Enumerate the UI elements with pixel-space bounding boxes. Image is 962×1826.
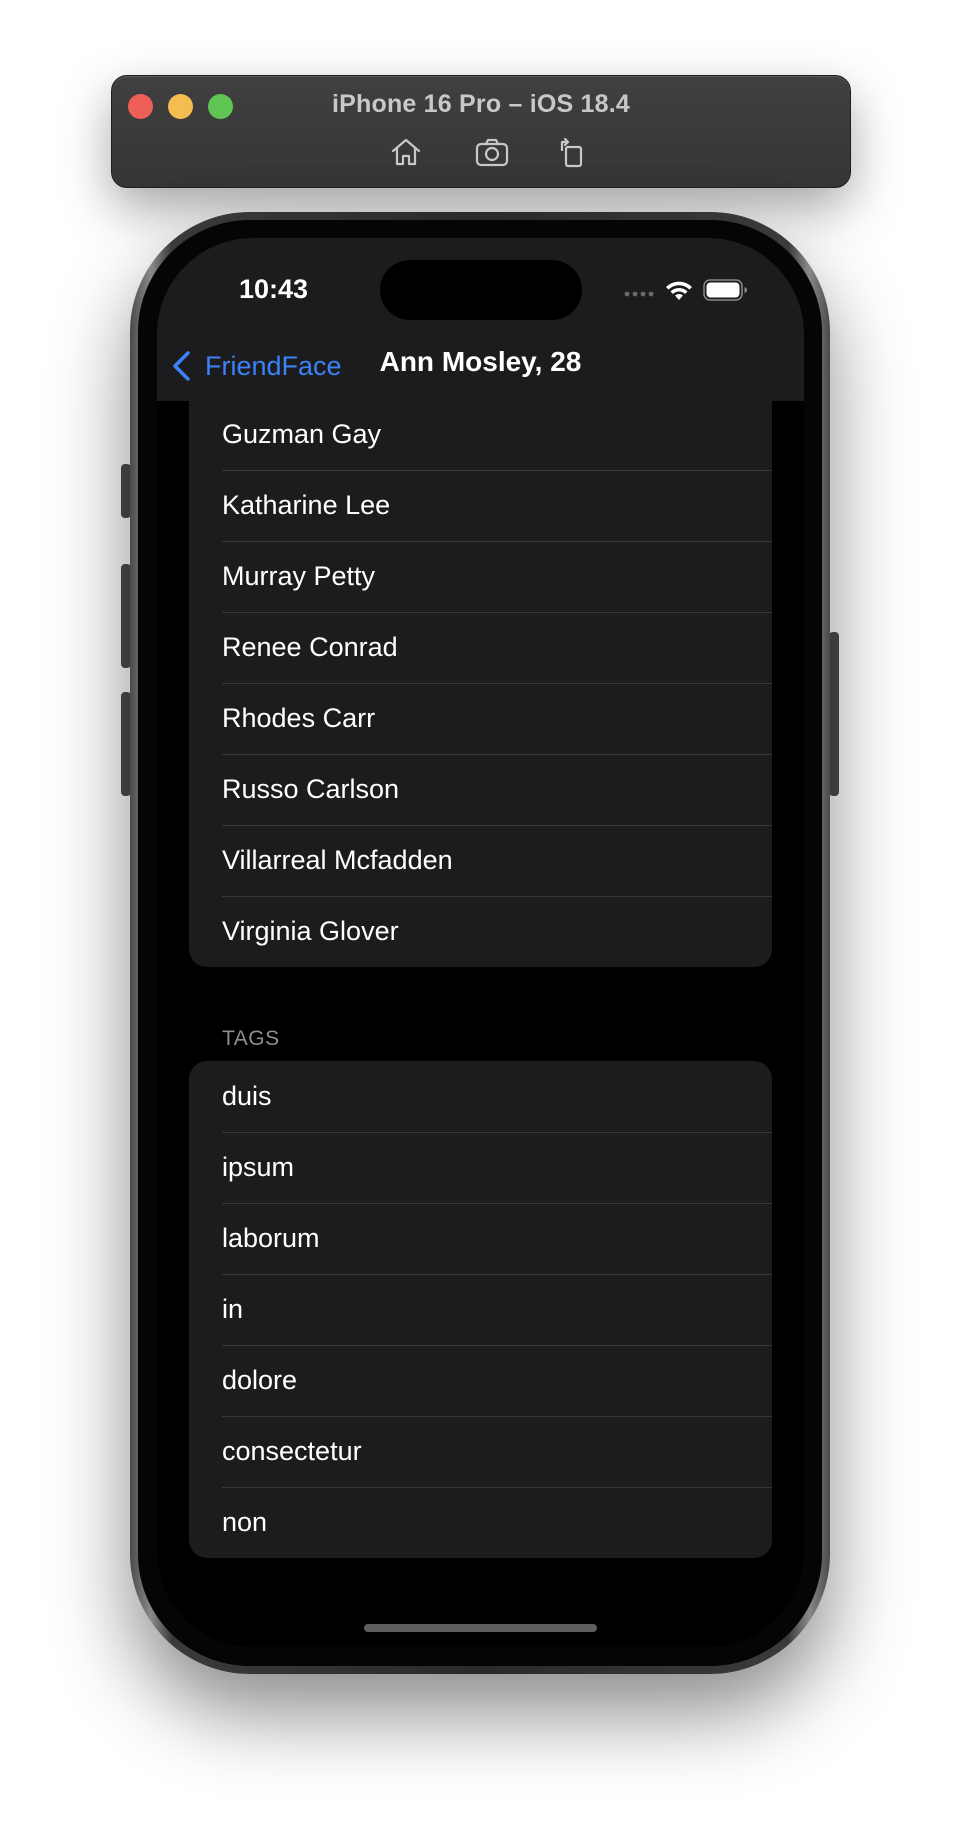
- tag-label: non: [222, 1507, 268, 1537]
- device-screen: Guzman Gay Katharine Lee Murray Petty Re…: [157, 238, 804, 1647]
- home-icon[interactable]: [388, 134, 424, 170]
- tag-label: ipsum: [222, 1152, 295, 1182]
- list-item[interactable]: Renee Conrad: [189, 612, 772, 683]
- list-item[interactable]: Rhodes Carr: [189, 683, 772, 754]
- friend-name: Murray Petty: [222, 561, 376, 591]
- list-item[interactable]: consectetur: [189, 1416, 772, 1487]
- friend-name: Guzman Gay: [222, 419, 382, 449]
- list-item[interactable]: Murray Petty: [189, 541, 772, 612]
- friend-name: Villarreal Mcfadden: [222, 845, 453, 875]
- tag-label: laborum: [222, 1223, 320, 1253]
- section-header-tags: TAGS: [222, 1027, 280, 1050]
- list-item[interactable]: non: [189, 1487, 772, 1558]
- home-indicator[interactable]: [364, 1624, 597, 1632]
- friend-name: Virginia Glover: [222, 916, 399, 946]
- friend-name: Katharine Lee: [222, 490, 391, 520]
- tag-label: consectetur: [222, 1436, 362, 1466]
- page-title: Ann Mosley, 28: [379, 346, 582, 377]
- list-item[interactable]: Virginia Glover: [189, 896, 772, 967]
- tag-label: dolore: [222, 1365, 298, 1395]
- wifi-icon: [666, 281, 692, 300]
- list-item[interactable]: Russo Carlson: [189, 754, 772, 825]
- list-item[interactable]: Katharine Lee: [189, 470, 772, 541]
- cellular-signal-icon: [624, 291, 654, 297]
- tag-label: duis: [222, 1081, 272, 1111]
- list-item[interactable]: Guzman Gay: [189, 399, 772, 470]
- list-item[interactable]: in: [189, 1274, 772, 1345]
- tag-label: in: [222, 1294, 244, 1324]
- screenshot-icon[interactable]: [474, 134, 510, 170]
- battery-icon: [703, 279, 747, 301]
- friend-name: Russo Carlson: [222, 774, 400, 804]
- status-icons: [157, 278, 804, 308]
- friends-list: Guzman Gay Katharine Lee Murray Petty Re…: [189, 385, 772, 967]
- friend-name: Renee Conrad: [222, 632, 398, 662]
- list-item[interactable]: ipsum: [189, 1132, 772, 1203]
- side-button: [829, 632, 839, 796]
- rotate-icon[interactable]: [554, 134, 590, 170]
- navigation-bar: 10:43 FriendFace Ann Mosley, 28: [157, 238, 804, 401]
- simulator-title: iPhone 16 Pro – iOS 18.4: [332, 90, 630, 118]
- friend-name: Rhodes Carr: [222, 703, 376, 733]
- simulator-title-bar: iPhone 16 Pro – iOS 18.4: [111, 75, 851, 188]
- list-item[interactable]: duis: [189, 1061, 772, 1132]
- list-item[interactable]: dolore: [189, 1345, 772, 1416]
- tags-list: duis ipsum laborum in dolore consectetur…: [189, 1061, 772, 1558]
- list-item[interactable]: Villarreal Mcfadden: [189, 825, 772, 896]
- list-item[interactable]: laborum: [189, 1203, 772, 1274]
